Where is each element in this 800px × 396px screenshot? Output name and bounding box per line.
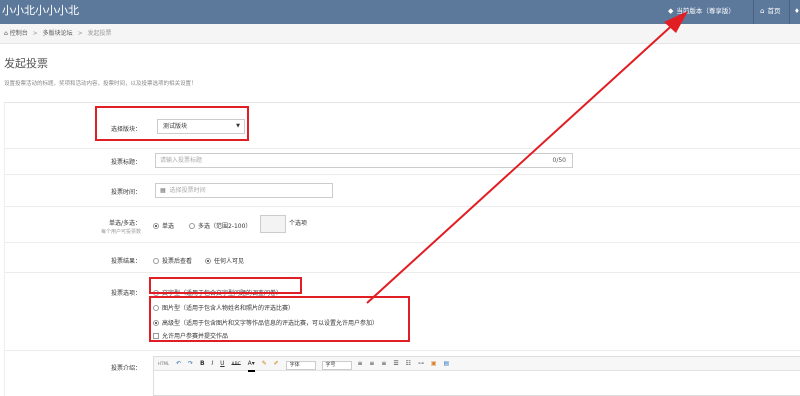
highlight-icon[interactable]: ✎ [262, 357, 267, 370]
options-label: 投票选项： [110, 290, 141, 297]
font-size-select[interactable]: 字号 [321, 361, 352, 370]
radio-unselected [153, 257, 159, 264]
radio-selected [153, 222, 159, 229]
single-choice-radio[interactable]: 单选 [153, 221, 174, 230]
intro-row: 投票介绍： HTML ↶ ↷ B I U ABC A▾ ✎ ✐ 字体 字号 ≡ … [5, 351, 800, 396]
page-title: 发起投票 [4, 57, 48, 70]
font-size-value: 字号 [325, 362, 336, 368]
calendar-icon: ▦ [160, 187, 166, 194]
strikethrough-button[interactable]: ABC [232, 358, 241, 371]
vote-time-input[interactable]: ▦ 选择投票时间 [155, 183, 333, 198]
breadcrumb-separator: > [77, 30, 83, 37]
choice-label: 单选/多选： [108, 220, 141, 227]
font-family-select[interactable]: 字体 [285, 361, 316, 370]
radio-selected [205, 257, 211, 264]
redo-icon[interactable]: ↷ [188, 357, 193, 370]
result-row: 投票结果： 投票后查看 任何人可见 [5, 243, 800, 273]
html-source-button[interactable]: HTML [158, 357, 169, 370]
breadcrumb-separator: > [32, 30, 38, 37]
version-link[interactable]: ◆ 当前版本（尊享版） [662, 0, 741, 24]
bold-button[interactable]: B [200, 357, 205, 370]
page-description: 设置投票活动的标题，奖项和活动内容，投票时间，以及投票选项的相关设置！ [4, 81, 197, 87]
anyone-visible-label: 任何人可见 [214, 258, 245, 265]
choice-sublabel: 每个用户可投票数 [100, 229, 141, 235]
top-navbar: 小小北小小小北 ◆ 当前版本（尊享版） ⌂ 首页 ♦ [0, 0, 800, 24]
home-icon: ⌂ [4, 30, 8, 37]
italic-button[interactable]: I [211, 357, 213, 370]
option-count-unit: 个选项 [289, 220, 308, 227]
ordered-list-icon[interactable]: ☰ [393, 357, 398, 370]
unordered-list-icon[interactable]: ☷ [406, 357, 411, 370]
multi-choice-label: 多选（范围2-100） [198, 223, 252, 230]
vote-time-label: 投票时间： [110, 189, 141, 196]
breadcrumb-item-forum[interactable]: 多版块论坛 [43, 30, 73, 37]
home-icon: ⌂ [760, 7, 765, 15]
highlight-box-text-type [149, 277, 302, 294]
title-row: 投票标题： 请输入投票标题 0/50 [5, 149, 800, 175]
undo-icon[interactable]: ↶ [176, 357, 181, 370]
after-vote-radio[interactable]: 投票后查看 [153, 256, 192, 265]
intro-label: 投票介绍： [110, 365, 141, 372]
breadcrumb: ⌂ 控制台 > 多版块论坛 > 发起投票 [0, 24, 800, 44]
brand-title[interactable]: 小小北小小小北 [2, 4, 79, 18]
link-icon[interactable]: ⊶ [418, 357, 424, 370]
underline-button[interactable]: U [220, 357, 224, 370]
more-menu-button[interactable]: ♦ [789, 0, 800, 24]
settings-icon: ♦ [794, 7, 800, 15]
font-family-value: 字体 [289, 362, 300, 368]
home-link[interactable]: ⌂ 首页 [753, 0, 786, 24]
option-count-input[interactable] [260, 215, 286, 233]
align-center-icon[interactable]: ≡ [369, 357, 374, 370]
char-counter: 0/50 [552, 157, 566, 164]
multi-choice-radio[interactable]: 多选（范围2-100） [189, 221, 251, 230]
align-left-icon[interactable]: ≡ [357, 357, 362, 370]
rich-text-editor[interactable]: HTML ↶ ↷ B I U ABC A▾ ✎ ✐ 字体 字号 ≡ ≡ ≡ ☰ … [153, 356, 800, 396]
vote-time-placeholder: 选择投票时间 [169, 187, 206, 194]
vote-title-placeholder: 请输入投票标题 [160, 157, 203, 164]
after-vote-label: 投票后查看 [162, 258, 193, 265]
radio-unselected [189, 222, 195, 229]
single-choice-label: 单选 [162, 223, 175, 230]
version-label: 当前版本（尊享版） [676, 7, 735, 15]
highlight-box-advanced-options [149, 296, 410, 342]
align-right-icon[interactable]: ≡ [381, 357, 386, 370]
diamond-icon: ◆ [668, 7, 674, 15]
vote-form: 选择版块： 测试版块 ▼ 投票标题： 请输入投票标题 0/50 投票时间： ▦ 选… [4, 102, 800, 396]
format-painter-icon[interactable]: ✐ [274, 357, 279, 370]
image-icon[interactable]: ▣ [431, 357, 437, 370]
choice-row: 单选/多选： 每个用户可投票数 单选 多选（范围2-100） 个选项 [5, 207, 800, 243]
breadcrumb-item-console[interactable]: 控制台 [10, 30, 28, 37]
result-label: 投票结果： [110, 258, 141, 265]
home-label: 首页 [767, 7, 781, 15]
editor-toolbar: HTML ↶ ↷ B I U ABC A▾ ✎ ✐ 字体 字号 ≡ ≡ ≡ ☰ … [154, 357, 800, 372]
vote-title-label: 投票标题： [110, 159, 141, 166]
anyone-visible-radio[interactable]: 任何人可见 [205, 256, 244, 265]
highlight-box-board [95, 106, 249, 141]
time-row: 投票时间： ▦ 选择投票时间 [5, 175, 800, 207]
vote-title-input[interactable]: 请输入投票标题 0/50 [155, 153, 573, 168]
font-color-icon[interactable]: A▾ [247, 357, 255, 372]
breadcrumb-item-current: 发起投票 [87, 30, 112, 37]
media-icon[interactable]: ▤ [443, 357, 449, 370]
